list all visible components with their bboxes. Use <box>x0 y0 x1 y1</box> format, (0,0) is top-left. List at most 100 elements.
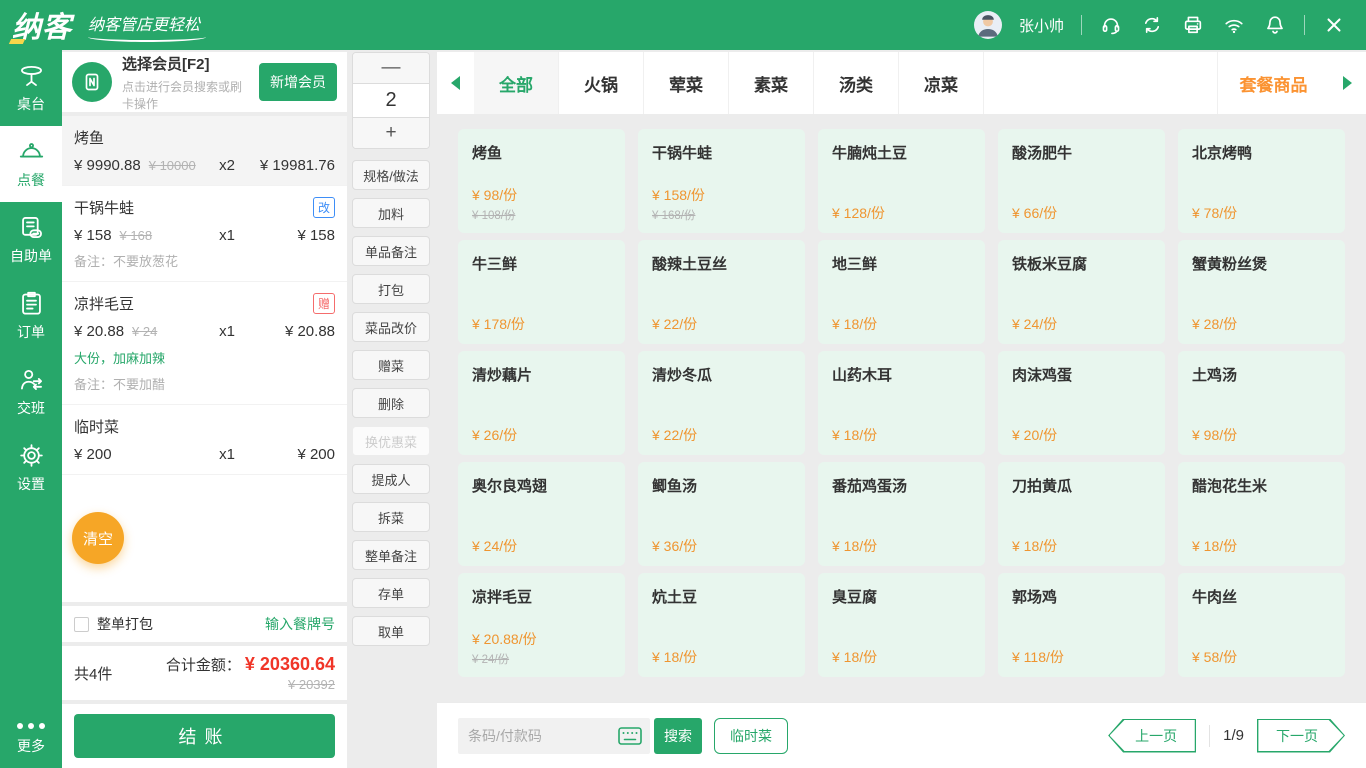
menu-item[interactable]: 凉拌毛豆 ¥ 20.88/份 ¥ 24/份 <box>458 573 625 677</box>
menu-item[interactable]: 牛肉丝 ¥ 58/份 <box>1178 573 1345 677</box>
enter-table-number-link[interactable]: 输入餐牌号 <box>265 614 335 634</box>
category-tab[interactable]: 凉菜 <box>899 52 984 114</box>
category-tab[interactable]: 素菜 <box>729 52 814 114</box>
item-actions-column: — 2 + 规格/做法加料单品备注打包菜品改价赠菜删除换优惠菜提成人拆菜整单备注… <box>352 52 430 768</box>
menu-item[interactable]: 牛腩炖土豆 ¥ 128/份 <box>818 129 985 233</box>
order-item[interactable]: 烤鱼 ¥ 9990.88 ¥ 10000 x2 ¥ 19981.76 <box>62 116 347 186</box>
add-member-button[interactable]: 新增会员 <box>259 63 337 101</box>
temp-dish-button[interactable]: 临时菜 <box>714 718 788 754</box>
pack-whole-order-checkbox[interactable] <box>74 617 89 632</box>
menu-item[interactable]: 清炒藕片 ¥ 26/份 <box>458 351 625 455</box>
menu-item[interactable]: 牛三鲜 ¥ 178/份 <box>458 240 625 344</box>
action-button[interactable]: 赠菜 <box>352 350 430 380</box>
order-item-total: ¥ 20.88 <box>247 323 335 340</box>
menu-item[interactable]: 肉沫鸡蛋 ¥ 20/份 <box>998 351 1165 455</box>
sidebar-item-clipboard[interactable]: 订单 <box>0 278 62 354</box>
avatar[interactable] <box>974 11 1002 39</box>
topbar-icon-bell[interactable] <box>1263 13 1287 37</box>
menu-item-name: 酸汤肥牛 <box>1012 142 1151 163</box>
menu-item-name: 肉沫鸡蛋 <box>1012 364 1151 385</box>
qty-plus-button[interactable]: + <box>353 117 429 148</box>
action-button[interactable]: 提成人 <box>352 464 430 494</box>
member-select[interactable]: 选择会员[F2] 点击进行会员搜索或刷卡操作 <box>122 53 249 112</box>
menu-item[interactable]: 酸汤肥牛 ¥ 66/份 <box>998 129 1165 233</box>
total-original-amount: ¥ 20392 <box>166 677 335 692</box>
checkout-button[interactable]: 结账 <box>74 714 335 758</box>
action-button[interactable]: 规格/做法 <box>352 160 430 190</box>
menu-item[interactable]: 郭场鸡 ¥ 118/份 <box>998 573 1165 677</box>
action-button[interactable]: 打包 <box>352 274 430 304</box>
action-button[interactable]: 拆菜 <box>352 502 430 532</box>
menu-item[interactable]: 炕土豆 ¥ 18/份 <box>638 573 805 677</box>
tabs-scroll-left-icon[interactable] <box>437 52 474 114</box>
action-button[interactable]: 取单 <box>352 616 430 646</box>
menu-item-price: ¥ 24/份 <box>472 536 611 556</box>
tabs-scroll-right-icon[interactable] <box>1329 52 1366 114</box>
menu-item[interactable]: 醋泡花生米 ¥ 18/份 <box>1178 462 1345 566</box>
sidebar-item-person[interactable]: 交班 <box>0 354 62 430</box>
action-button[interactable]: 单品备注 <box>352 236 430 266</box>
menu-item-name: 铁板米豆腐 <box>1012 253 1151 274</box>
action-button[interactable]: 换优惠菜 <box>352 426 430 456</box>
menu-item[interactable]: 蟹黄粉丝煲 ¥ 28/份 <box>1178 240 1345 344</box>
action-button[interactable]: 菜品改价 <box>352 312 430 342</box>
search-button[interactable]: 搜索 <box>654 718 702 754</box>
table-icon <box>18 62 45 89</box>
menu-item[interactable]: 奥尔良鸡翅 ¥ 24/份 <box>458 462 625 566</box>
topbar-divider <box>1304 15 1305 35</box>
sidebar-item-cloche[interactable]: 点餐 <box>0 126 62 202</box>
menu-item[interactable]: 刀拍黄瓜 ¥ 18/份 <box>998 462 1165 566</box>
close-icon[interactable] <box>1322 13 1346 37</box>
menu-item[interactable]: 烤鱼 ¥ 98/份 ¥ 108/份 <box>458 129 625 233</box>
menu-item-name: 番茄鸡蛋汤 <box>832 475 971 496</box>
sidebar-item-receipt[interactable]: 自助单 <box>0 202 62 278</box>
menu-item[interactable]: 地三鲜 ¥ 18/份 <box>818 240 985 344</box>
qty-minus-button[interactable]: — <box>353 53 429 84</box>
menu-item[interactable]: 酸辣土豆丝 ¥ 22/份 <box>638 240 805 344</box>
action-button[interactable]: 加料 <box>352 198 430 228</box>
prev-page-button[interactable]: 上一页 <box>1108 719 1196 753</box>
menu-item-name: 土鸡汤 <box>1192 364 1331 385</box>
order-item[interactable]: 干锅牛蛙 改 ¥ 158 ¥ 168 x1 ¥ 158 备 <box>62 186 347 282</box>
topbar-icon-sync[interactable] <box>1140 13 1164 37</box>
action-button[interactable]: 删除 <box>352 388 430 418</box>
action-button[interactable]: 存单 <box>352 578 430 608</box>
more-dots-icon <box>17 723 45 729</box>
next-page-button[interactable]: 下一页 <box>1257 719 1345 753</box>
category-tab[interactable]: 荤菜 <box>644 52 729 114</box>
member-card-icon[interactable] <box>72 62 112 102</box>
sidebar-item-table[interactable]: 桌台 <box>0 50 62 126</box>
menu-item[interactable]: 铁板米豆腐 ¥ 24/份 <box>998 240 1165 344</box>
top-bar: 纳客 纳客管店更轻松 张小帅 <box>0 0 1366 50</box>
menu-item[interactable]: 清炒冬瓜 ¥ 22/份 <box>638 351 805 455</box>
tab-combo-products[interactable]: 套餐商品 <box>1217 52 1329 114</box>
sidebar-item-more[interactable]: 更多 <box>0 723 62 768</box>
menu-item-name: 清炒冬瓜 <box>652 364 791 385</box>
menu-item[interactable]: 北京烤鸭 ¥ 78/份 <box>1178 129 1345 233</box>
menu-item-name: 蟹黄粉丝煲 <box>1192 253 1331 274</box>
barcode-input[interactable] <box>468 728 618 744</box>
category-tab[interactable]: 火锅 <box>559 52 644 114</box>
menu-item[interactable]: 干锅牛蛙 ¥ 158/份 ¥ 168/份 <box>638 129 805 233</box>
menu-item[interactable]: 土鸡汤 ¥ 98/份 <box>1178 351 1345 455</box>
topbar-icon-headset[interactable] <box>1099 13 1123 37</box>
menu-item[interactable]: 山药木耳 ¥ 18/份 <box>818 351 985 455</box>
category-tab[interactable]: 汤类 <box>814 52 899 114</box>
clear-order-button[interactable]: 清空 <box>72 512 124 564</box>
menu-item[interactable]: 番茄鸡蛋汤 ¥ 18/份 <box>818 462 985 566</box>
sidebar-item-label: 订单 <box>17 322 45 342</box>
topbar-icon-wifi[interactable] <box>1222 13 1246 37</box>
order-item[interactable]: 临时菜 ¥ 200 x1 ¥ 200 <box>62 405 347 475</box>
menu-item-name: 清炒藕片 <box>472 364 611 385</box>
menu-item[interactable]: 臭豆腐 ¥ 18/份 <box>818 573 985 677</box>
action-button[interactable]: 整单备注 <box>352 540 430 570</box>
menu-item[interactable]: 鲫鱼汤 ¥ 36/份 <box>638 462 805 566</box>
order-item[interactable]: 凉拌毛豆 赠 ¥ 20.88 ¥ 24 x1 ¥ 20.88 大份，加麻加辣 <box>62 282 347 405</box>
sidebar-item-label: 设置 <box>17 474 45 494</box>
category-tab[interactable]: 全部 <box>474 52 559 114</box>
clipboard-icon <box>18 290 45 317</box>
keyboard-icon[interactable] <box>618 727 642 745</box>
menu-item-name: 干锅牛蛙 <box>652 142 791 163</box>
sidebar-item-gear[interactable]: 设置 <box>0 430 62 506</box>
topbar-icon-printer[interactable] <box>1181 13 1205 37</box>
